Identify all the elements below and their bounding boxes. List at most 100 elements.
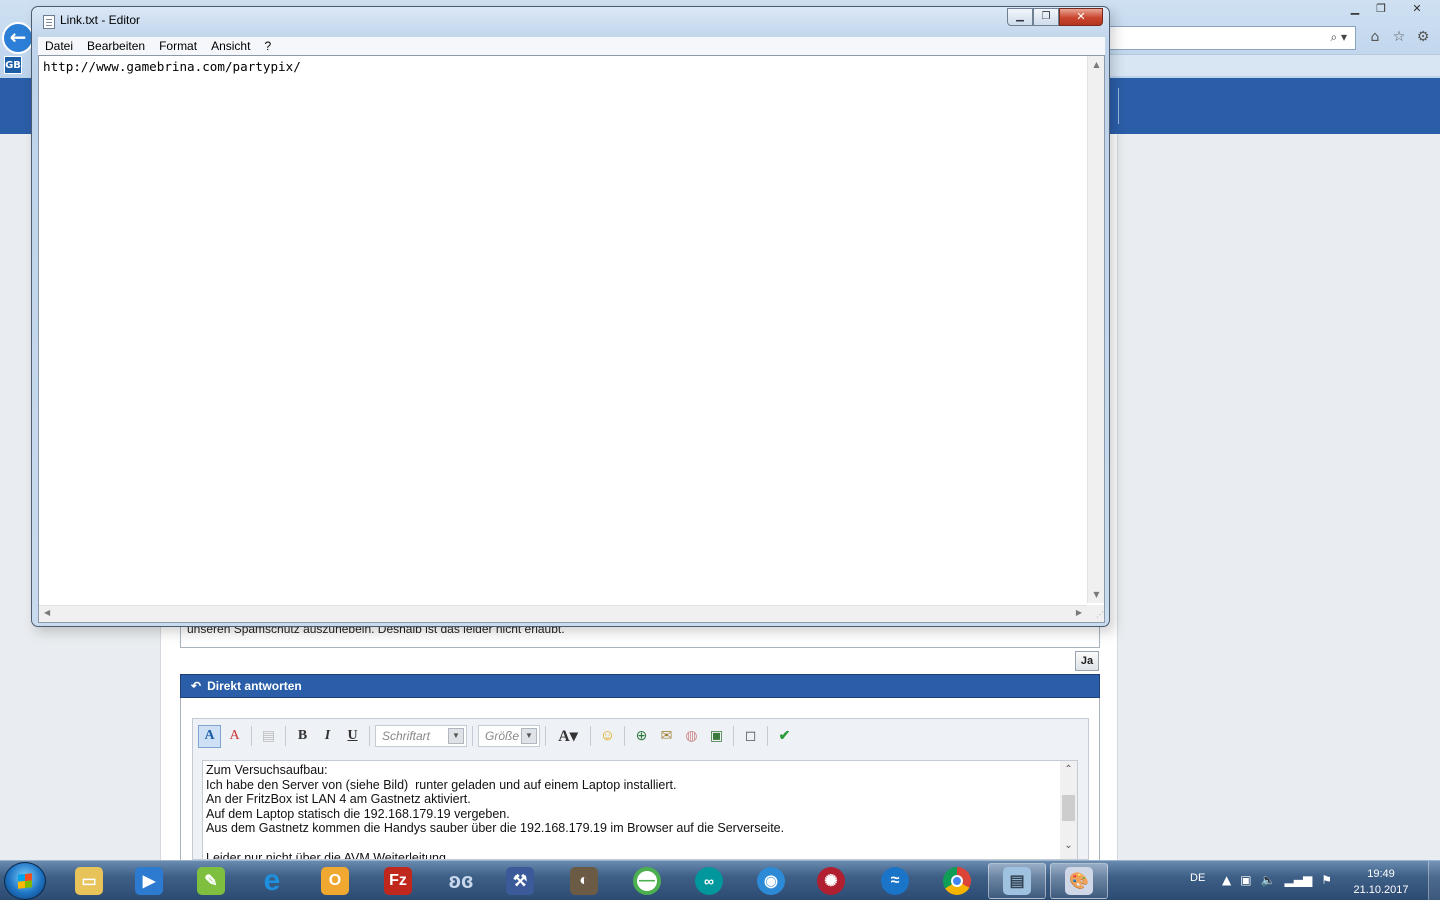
volume-icon[interactable]: 🔈 — [1261, 873, 1276, 887]
star-icon[interactable]: ☆ — [1390, 28, 1408, 46]
taskbar-app-globe[interactable]: ◉ — [742, 863, 800, 899]
language-indicator[interactable]: DE — [1190, 872, 1205, 884]
message-line: Auf dem Laptop statisch die 192.168.179.… — [206, 806, 510, 821]
vertical-scrollbar[interactable]: ▲ ▼ — [1087, 56, 1104, 603]
chrome-icon — [943, 867, 971, 895]
horizontal-scrollbar[interactable]: ◀ ▶ — [39, 605, 1087, 622]
network-icon[interactable]: ▂▄▆ — [1285, 873, 1313, 887]
message-line: An der FritzBox ist LAN 4 am Gastnetz ak… — [206, 792, 471, 807]
taskbar-app-notepad-active[interactable]: ▤ — [988, 863, 1046, 899]
font-color-icon[interactable]: A▾ — [551, 725, 585, 748]
tray-device-icon[interactable]: ▣ — [1240, 873, 1251, 887]
notepadpp-icon: ✎ — [197, 867, 225, 895]
chrome-center — [951, 875, 963, 887]
menu-help[interactable]: ? — [257, 39, 278, 53]
toolbar-separator — [472, 726, 473, 746]
editor-content: http://www.gamebrina.com/partypix/ — [43, 59, 301, 74]
system-tray: DE ▲ ▣ 🔈 ▂▄▆ ⚑ 19:49 21.10.2017 — [1190, 861, 1440, 900]
chevron-down-icon[interactable]: ▼ — [521, 728, 537, 744]
site-favicon-icon: GB — [4, 56, 22, 74]
filezilla-icon: Fz — [384, 867, 412, 895]
tray-overflow-icon[interactable]: ▲ — [1222, 873, 1231, 887]
remove-format-icon[interactable]: A — [223, 725, 246, 748]
italic-icon[interactable]: I — [316, 725, 339, 748]
taskbar-app-green-ring[interactable]: — — [618, 863, 676, 899]
message-line: Ich habe den Server von (siehe Bild) run… — [206, 777, 677, 792]
header-divider — [1118, 88, 1119, 124]
chevron-up-icon[interactable]: ⌃ — [1060, 761, 1077, 779]
taskbar-app-paint[interactable]: 🎨 — [1050, 863, 1108, 899]
menu-bearbeiten[interactable]: Bearbeiten — [80, 39, 152, 53]
smiley-icon[interactable]: ☺ — [596, 725, 619, 748]
spellcheck-icon[interactable]: ✔ — [773, 725, 796, 748]
start-button[interactable] — [4, 862, 46, 900]
text-editor-area[interactable]: http://www.gamebrina.com/partypix/ ▲ ▼ ◀… — [38, 55, 1105, 623]
underline-icon[interactable]: U — [341, 725, 364, 748]
menu-bar: Datei Bearbeiten Format Ansicht ? — [38, 37, 1105, 55]
taskbar-app-blue-wave[interactable]: ≈ — [866, 863, 924, 899]
chevron-down-icon[interactable]: ▼ — [448, 728, 464, 744]
unlink-icon[interactable]: ◍ — [680, 725, 703, 748]
gear-icon[interactable]: ⚙ — [1414, 28, 1432, 46]
taskbar-app-chrome[interactable] — [928, 863, 986, 899]
scroll-right-icon[interactable]: ▶ — [1076, 608, 1082, 617]
insert-image-icon[interactable]: ▣ — [705, 725, 728, 748]
arduino-icon: ∞ — [695, 867, 723, 895]
taskbar-app-tool[interactable]: ⚒ — [491, 863, 549, 899]
arrow-left-icon[interactable]: ← — [2, 22, 34, 54]
browser-window-controls: ▁ ❐ ✕ — [1342, 0, 1440, 18]
clock[interactable]: 19:49 21.10.2017 — [1353, 866, 1409, 898]
font-size-select[interactable]: Größe ▼ — [478, 725, 540, 747]
taskbar-app-explorer[interactable]: ▭ — [60, 863, 118, 899]
message-scrollbar[interactable]: ⌃ ⌄ — [1060, 761, 1077, 859]
taskbar-app-butterfly[interactable]: ʚɞ — [432, 863, 490, 899]
scroll-down-icon[interactable]: ▼ — [1088, 590, 1105, 599]
close-button[interactable]: ✕ — [1059, 8, 1103, 26]
editor-toolbar: A A ▤ B I U Schriftart ▼ Größe ▼ A▾ ☺ ⊕ … — [198, 722, 796, 750]
quote-icon[interactable]: ◻ — [739, 725, 762, 748]
scrollbar-thumb[interactable] — [1062, 795, 1075, 821]
chevron-down-icon[interactable]: ⌄ — [1060, 840, 1077, 851]
maximize-button[interactable]: ❐ — [1033, 8, 1059, 26]
message-textarea[interactable]: Zum Versuchsaufbau: Ich habe den Server … — [202, 760, 1078, 860]
bold-icon[interactable]: B — [291, 725, 314, 748]
taskbar-app-outlook[interactable]: O — [306, 863, 364, 899]
resize-grip-icon[interactable]: ⋰ — [1087, 605, 1104, 622]
action-center-flag-icon[interactable]: ⚑ — [1321, 873, 1332, 887]
media-player-icon: ▶ — [135, 867, 163, 895]
message-line: Aus dem Gastnetz kommen die Handys saube… — [206, 821, 785, 836]
browser-maximize-button[interactable]: ❐ — [1368, 0, 1394, 18]
insert-email-icon[interactable]: ✉ — [655, 725, 678, 748]
minimize-button[interactable]: ▁ — [1007, 8, 1033, 26]
yes-button[interactable]: Ja — [1075, 651, 1099, 671]
taskbar-app-filezilla[interactable]: Fz — [369, 863, 427, 899]
font-family-select[interactable]: Schriftart ▼ — [375, 725, 467, 747]
wysiwyg-mode-icon[interactable]: A — [198, 724, 221, 748]
menu-datei[interactable]: Datei — [38, 39, 80, 53]
taskbar: ▭ ▶ ✎ e O Fz ʚɞ ⚒ ◐ — ∞ ◉ ✺ ≈ ▤ 🎨 DE ▲ ▣… — [0, 860, 1440, 900]
taskbar-app-arduino[interactable]: ∞ — [680, 863, 738, 899]
paste-icon[interactable]: ▤ — [257, 725, 280, 748]
menu-ansicht[interactable]: Ansicht — [204, 39, 257, 53]
browser-close-button[interactable]: ✕ — [1394, 0, 1440, 18]
insert-link-icon[interactable]: ⊕ — [630, 725, 653, 748]
home-icon[interactable]: ⌂ — [1366, 28, 1384, 46]
scroll-up-icon[interactable]: ▲ — [1088, 60, 1105, 69]
reply-header: ↶ Direkt antworten — [180, 674, 1100, 698]
taskbar-app-gimp[interactable]: ◐ — [555, 863, 613, 899]
show-desktop-button[interactable] — [1428, 861, 1440, 900]
browser-toolbar: ⌂ ☆ ⚙ — [1366, 28, 1432, 46]
browser-minimize-button[interactable]: ▁ — [1342, 0, 1368, 18]
outlook-icon: O — [321, 867, 349, 895]
green-ring-icon: — — [633, 867, 661, 895]
scroll-left-icon[interactable]: ◀ — [44, 608, 50, 617]
taskbar-app-notepadpp[interactable]: ✎ — [182, 863, 240, 899]
taskbar-app-media-player[interactable]: ▶ — [120, 863, 178, 899]
menu-format[interactable]: Format — [152, 39, 204, 53]
search-icon[interactable]: ⌕ ▾ — [1330, 30, 1347, 45]
address-bar[interactable]: ⌕ ▾ — [1100, 26, 1356, 50]
reply-icon: ↶ — [191, 679, 202, 693]
taskbar-app-red[interactable]: ✺ — [802, 863, 860, 899]
taskbar-app-ie[interactable]: e — [243, 863, 301, 899]
toolbar-separator — [369, 726, 370, 746]
